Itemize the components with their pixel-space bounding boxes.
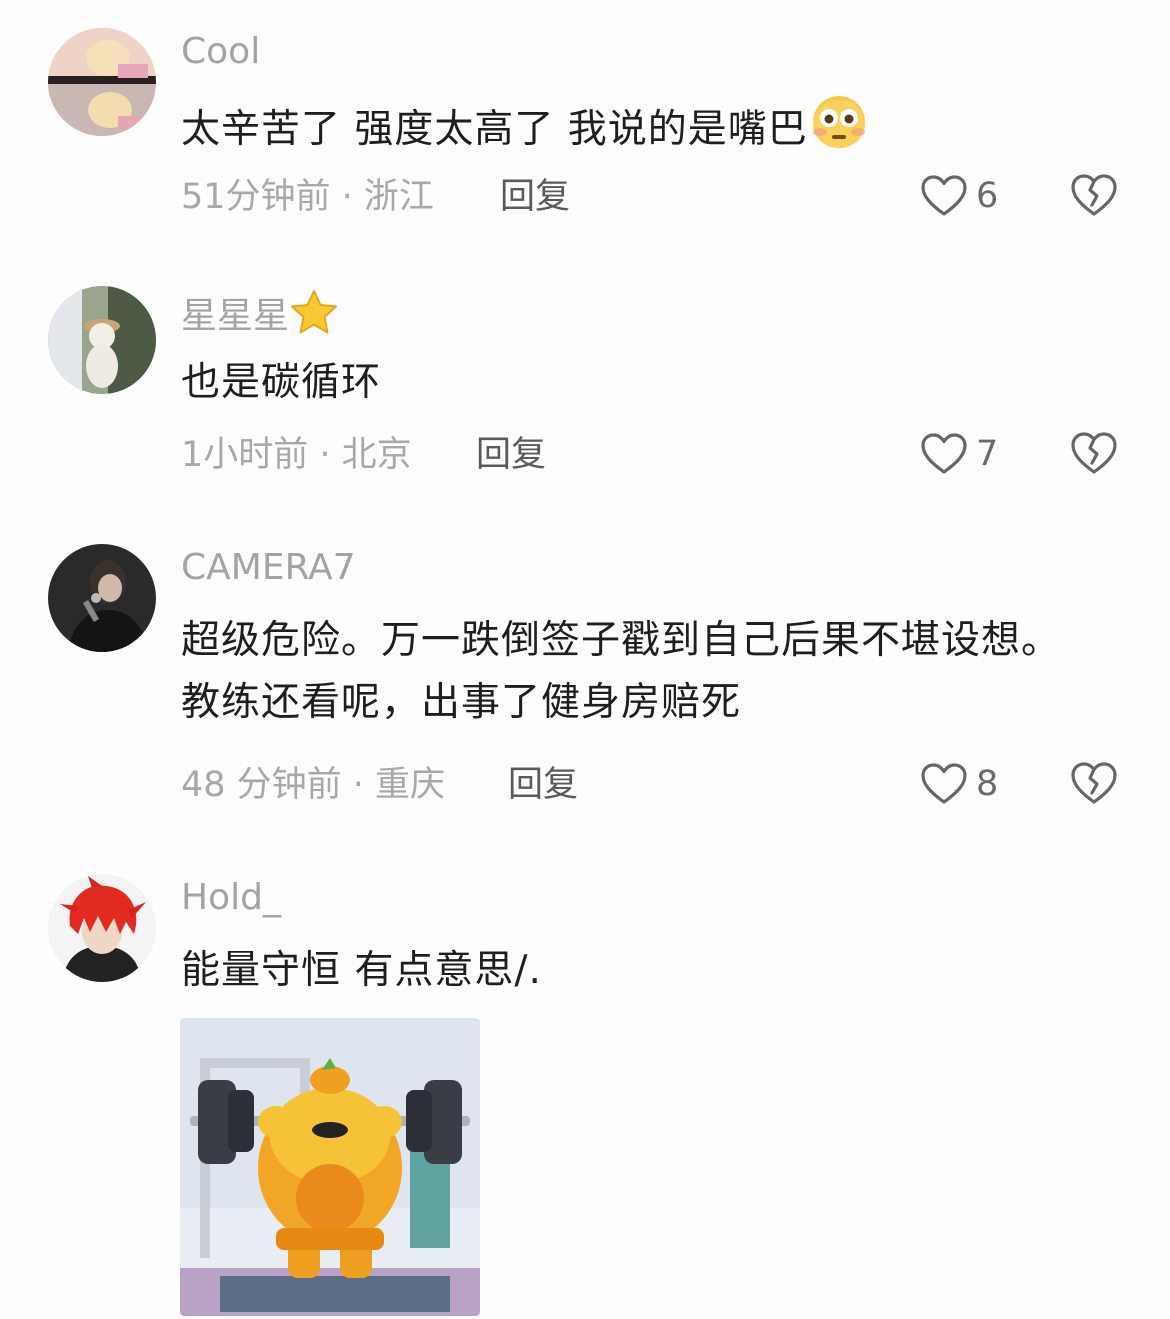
reply-button[interactable]: 回复 <box>500 175 570 219</box>
reply-button[interactable]: 回复 <box>476 433 546 477</box>
avatar[interactable] <box>48 874 156 982</box>
like-button[interactable]: 7 <box>920 430 998 478</box>
like-count: 8 <box>976 764 999 804</box>
username[interactable]: 星星星 <box>181 288 339 347</box>
heart-outline-icon <box>921 763 967 804</box>
username[interactable]: Hold_ <box>181 876 281 920</box>
username[interactable]: CAMERA7 <box>181 546 356 590</box>
star-emoji-icon <box>289 288 339 347</box>
time-location: 1小时前 · 北京 <box>181 435 412 475</box>
reply-button[interactable]: 回复 <box>508 763 578 807</box>
comment-text-content: 太辛苦了 强度太高了 我说的是嘴巴 <box>181 107 808 152</box>
heart-outline-icon <box>921 175 967 216</box>
broken-heart-icon <box>1071 762 1117 804</box>
dislike-button[interactable] <box>1070 430 1118 476</box>
avatar[interactable] <box>48 28 156 136</box>
comment-text: 能量守恒 有点意思/. <box>181 948 542 993</box>
comment-text: 也是碳循环 <box>181 360 382 405</box>
weightlifting-sticker-image[interactable] <box>180 1018 480 1316</box>
like-count: 7 <box>976 434 999 474</box>
avatar[interactable] <box>48 286 156 394</box>
time-location: 48 分钟前 · 重庆 <box>181 765 446 805</box>
flushed-face-emoji-icon <box>808 94 870 169</box>
dislike-button[interactable] <box>1070 172 1118 218</box>
time-location: 51分钟前 · 浙江 <box>181 177 434 217</box>
comment-text: 太辛苦了 强度太高了 我说的是嘴巴 <box>181 94 1081 169</box>
like-button[interactable]: 6 <box>920 172 998 220</box>
heart-outline-icon <box>921 433 967 474</box>
broken-heart-icon <box>1071 432 1117 474</box>
comment-text: 超级危险。万一跌倒签子戳到自己后果不堪设想。教练还看呢，出事了健身房赔死 <box>181 618 1062 725</box>
username-text: 星星星 <box>181 295 290 337</box>
dislike-button[interactable] <box>1070 760 1118 806</box>
avatar[interactable] <box>48 544 156 652</box>
like-button[interactable]: 8 <box>920 760 998 808</box>
broken-heart-icon <box>1071 174 1117 216</box>
like-count: 6 <box>976 176 999 216</box>
username[interactable]: Cool <box>181 30 260 74</box>
